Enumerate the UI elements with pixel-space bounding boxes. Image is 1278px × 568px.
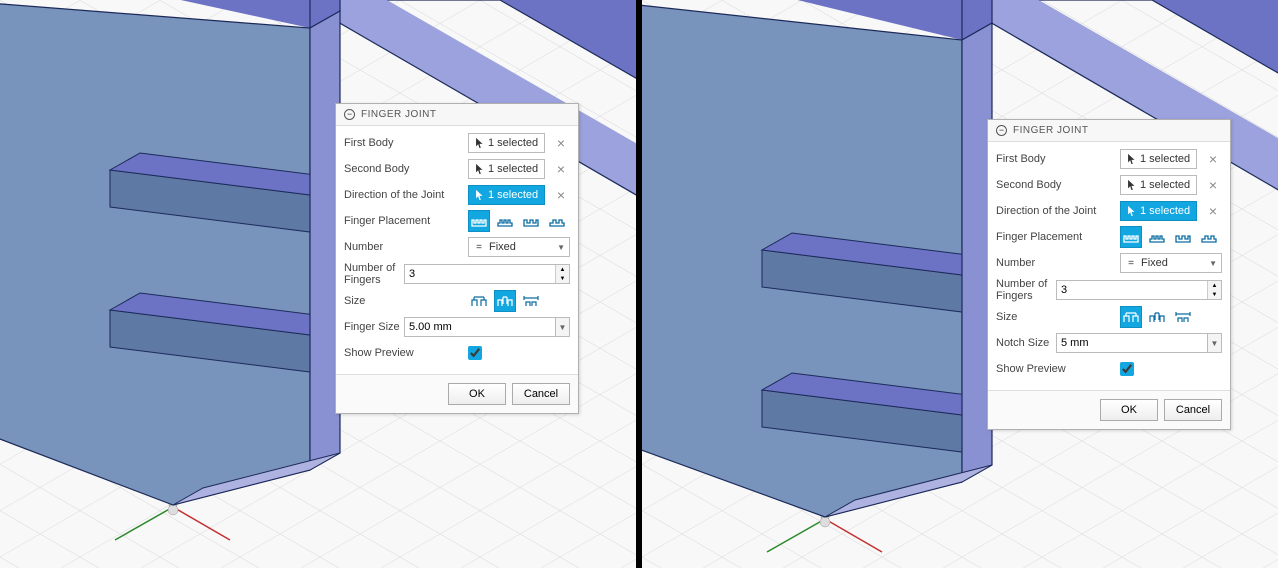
selection-text: 1 selected bbox=[1140, 205, 1190, 217]
label-num-fingers: Number of Fingers bbox=[996, 278, 1056, 302]
clear-direction[interactable]: × bbox=[1204, 202, 1222, 220]
label-size: Size bbox=[344, 295, 468, 307]
finger-joint-dialog: FINGER JOINT First Body 1 selected × Sec… bbox=[335, 103, 579, 414]
size-dropdown-arrow[interactable]: ▼ bbox=[556, 317, 570, 337]
label-direction: Direction of the Joint bbox=[996, 205, 1120, 217]
label-first-body: First Body bbox=[344, 137, 468, 149]
spinner-down[interactable]: ▼ bbox=[556, 274, 569, 283]
show-preview-checkbox[interactable] bbox=[468, 346, 482, 360]
notch-size-input[interactable] bbox=[1056, 333, 1208, 353]
chevron-down-icon: ▼ bbox=[557, 243, 565, 252]
cursor-icon bbox=[1127, 205, 1136, 217]
size-option-2[interactable] bbox=[1146, 306, 1168, 328]
label-direction: Direction of the Joint bbox=[344, 189, 468, 201]
spinner-down[interactable]: ▼ bbox=[1208, 290, 1221, 299]
label-size: Size bbox=[996, 311, 1120, 323]
selection-second-body[interactable]: 1 selected bbox=[1120, 175, 1197, 195]
selection-second-body[interactable]: 1 selected bbox=[468, 159, 545, 179]
placement-option-3[interactable] bbox=[520, 210, 542, 232]
label-first-body: First Body bbox=[996, 153, 1120, 165]
equals-icon: = bbox=[1125, 258, 1137, 269]
label-num-fingers: Number of Fingers bbox=[344, 262, 404, 286]
chevron-down-icon: ▼ bbox=[1209, 259, 1217, 268]
selection-direction[interactable]: 1 selected bbox=[1120, 201, 1197, 221]
clear-second-body[interactable]: × bbox=[1204, 176, 1222, 194]
viewport-left: FINGER JOINT First Body 1 selected × Sec… bbox=[0, 0, 636, 568]
label-second-body: Second Body bbox=[344, 163, 468, 175]
cursor-icon bbox=[475, 163, 484, 175]
selection-first-body[interactable]: 1 selected bbox=[468, 133, 545, 153]
placement-option-1[interactable] bbox=[468, 210, 490, 232]
num-fingers-input[interactable] bbox=[1057, 281, 1207, 299]
label-finger-size: Finger Size bbox=[344, 321, 404, 333]
cursor-icon bbox=[475, 137, 484, 149]
selection-text: 1 selected bbox=[488, 163, 538, 175]
dialog-title: FINGER JOINT bbox=[361, 109, 436, 120]
spinner-up[interactable]: ▲ bbox=[556, 265, 569, 274]
dialog-title: FINGER JOINT bbox=[1013, 125, 1088, 136]
placement-option-3[interactable] bbox=[1172, 226, 1194, 248]
placement-option-4[interactable] bbox=[546, 210, 568, 232]
label-placement: Finger Placement bbox=[996, 231, 1120, 243]
placement-option-4[interactable] bbox=[1198, 226, 1220, 248]
size-dropdown-arrow[interactable]: ▼ bbox=[1208, 333, 1222, 353]
cancel-button[interactable]: Cancel bbox=[1164, 399, 1222, 421]
finger-size-input[interactable] bbox=[404, 317, 556, 337]
label-show-preview: Show Preview bbox=[344, 347, 468, 359]
ok-button[interactable]: OK bbox=[1100, 399, 1158, 421]
selection-text: 1 selected bbox=[488, 137, 538, 149]
selection-text: 1 selected bbox=[1140, 179, 1190, 191]
cancel-button[interactable]: Cancel bbox=[512, 383, 570, 405]
size-option-3[interactable] bbox=[520, 290, 542, 312]
selection-text: 1 selected bbox=[1140, 153, 1190, 165]
cursor-icon bbox=[475, 189, 484, 201]
label-number: Number bbox=[344, 241, 468, 253]
num-fingers-input[interactable] bbox=[405, 265, 555, 283]
label-number: Number bbox=[996, 257, 1120, 269]
placement-option-1[interactable] bbox=[1120, 226, 1142, 248]
cursor-icon bbox=[1127, 153, 1136, 165]
cursor-icon bbox=[1127, 179, 1136, 191]
number-mode-dropdown[interactable]: = Fixed ▼ bbox=[468, 237, 570, 257]
placement-option-2[interactable] bbox=[1146, 226, 1168, 248]
size-option-1[interactable] bbox=[468, 290, 490, 312]
clear-second-body[interactable]: × bbox=[552, 160, 570, 178]
size-option-1[interactable] bbox=[1120, 306, 1142, 328]
clear-direction[interactable]: × bbox=[552, 186, 570, 204]
viewport-right: FINGER JOINT First Body 1 selected × Sec… bbox=[642, 0, 1278, 568]
selection-first-body[interactable]: 1 selected bbox=[1120, 149, 1197, 169]
number-mode-dropdown[interactable]: = Fixed ▼ bbox=[1120, 253, 1222, 273]
number-mode-value: Fixed bbox=[1137, 257, 1205, 269]
equals-icon: = bbox=[473, 242, 485, 253]
show-preview-checkbox[interactable] bbox=[1120, 362, 1134, 376]
number-mode-value: Fixed bbox=[485, 241, 553, 253]
label-notch-size: Notch Size bbox=[996, 337, 1056, 349]
selection-text: 1 selected bbox=[488, 189, 538, 201]
placement-option-2[interactable] bbox=[494, 210, 516, 232]
size-option-3[interactable] bbox=[1172, 306, 1194, 328]
ok-button[interactable]: OK bbox=[448, 383, 506, 405]
clear-first-body[interactable]: × bbox=[1204, 150, 1222, 168]
spinner-up[interactable]: ▲ bbox=[1208, 281, 1221, 290]
finger-joint-dialog: FINGER JOINT First Body 1 selected × Sec… bbox=[987, 119, 1231, 430]
collapse-icon[interactable] bbox=[996, 125, 1007, 136]
clear-first-body[interactable]: × bbox=[552, 134, 570, 152]
label-second-body: Second Body bbox=[996, 179, 1120, 191]
size-option-2[interactable] bbox=[494, 290, 516, 312]
collapse-icon[interactable] bbox=[344, 109, 355, 120]
label-placement: Finger Placement bbox=[344, 215, 468, 227]
label-show-preview: Show Preview bbox=[996, 363, 1120, 375]
selection-direction[interactable]: 1 selected bbox=[468, 185, 545, 205]
